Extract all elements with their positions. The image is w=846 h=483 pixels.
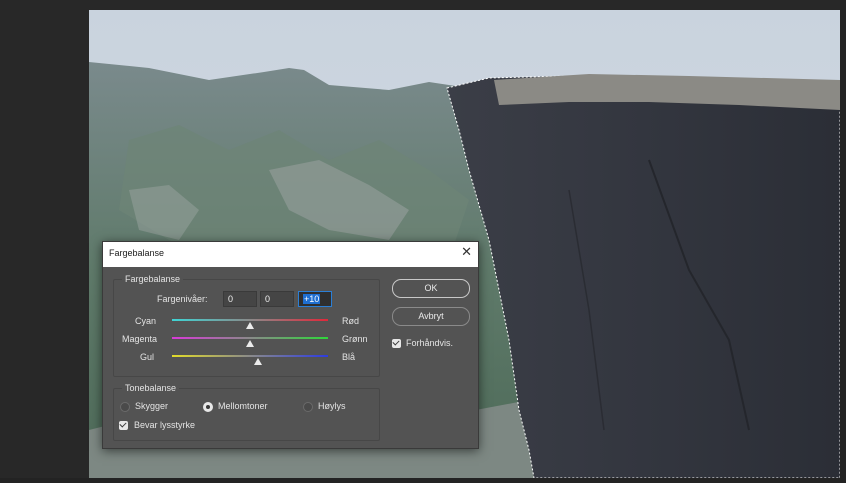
yellow-blue-slider-track[interactable] [172, 355, 328, 357]
preserve-luminosity-label[interactable]: Bevar lysstyrke [134, 420, 195, 430]
midtones-radio[interactable] [203, 402, 213, 412]
color-level-field-3[interactable]: +10 [298, 291, 332, 307]
red-label: Rød [342, 316, 360, 326]
shadows-radio[interactable] [120, 402, 130, 412]
workspace-scrollbar-bottom[interactable] [0, 478, 846, 483]
dialog-title: Fargebalanse [109, 248, 165, 258]
magenta-label: Magenta [122, 334, 158, 344]
cancel-button[interactable]: Avbryt [392, 307, 470, 326]
preview-checkbox[interactable] [392, 339, 401, 348]
color-level-field-1[interactable]: 0 [223, 291, 257, 307]
tone-balance-legend: Tonebalanse [122, 383, 180, 393]
ok-button[interactable]: OK [392, 279, 470, 298]
preview-label[interactable]: Forhåndvis. [406, 338, 453, 348]
magenta-green-slider-track[interactable] [172, 337, 328, 339]
blue-label: Blå [342, 352, 356, 362]
dialog-titlebar[interactable]: Fargebalanse ✕ [103, 242, 478, 267]
highlights-label[interactable]: Høylys [318, 401, 346, 411]
color-level-field-2[interactable]: 0 [260, 291, 294, 307]
cyan-label: Cyan [135, 316, 157, 326]
color-level-field-3-value: +10 [303, 294, 321, 304]
workspace-scrollbar-right[interactable] [840, 0, 846, 483]
preserve-luminosity-checkbox[interactable] [119, 421, 128, 430]
yellow-blue-slider-thumb[interactable] [254, 358, 262, 365]
midtones-label[interactable]: Mellomtoner [218, 401, 268, 411]
shadows-label[interactable]: Skygger [135, 401, 168, 411]
magenta-green-slider-thumb[interactable] [246, 340, 254, 347]
cyan-red-slider-thumb[interactable] [246, 322, 254, 329]
tone-balance-group [113, 388, 380, 441]
color-balance-dialog: Fargebalanse ✕ Fargebalanse Fargenivåer:… [102, 241, 479, 449]
yellow-label: Gul [140, 352, 155, 362]
green-label: Grønn [342, 334, 368, 344]
cyan-red-slider-track[interactable] [172, 319, 328, 321]
color-balance-legend: Fargebalanse [122, 274, 184, 284]
highlights-radio[interactable] [303, 402, 313, 412]
close-icon[interactable]: ✕ [461, 245, 472, 261]
color-levels-label: Fargenivåer: [157, 294, 208, 304]
